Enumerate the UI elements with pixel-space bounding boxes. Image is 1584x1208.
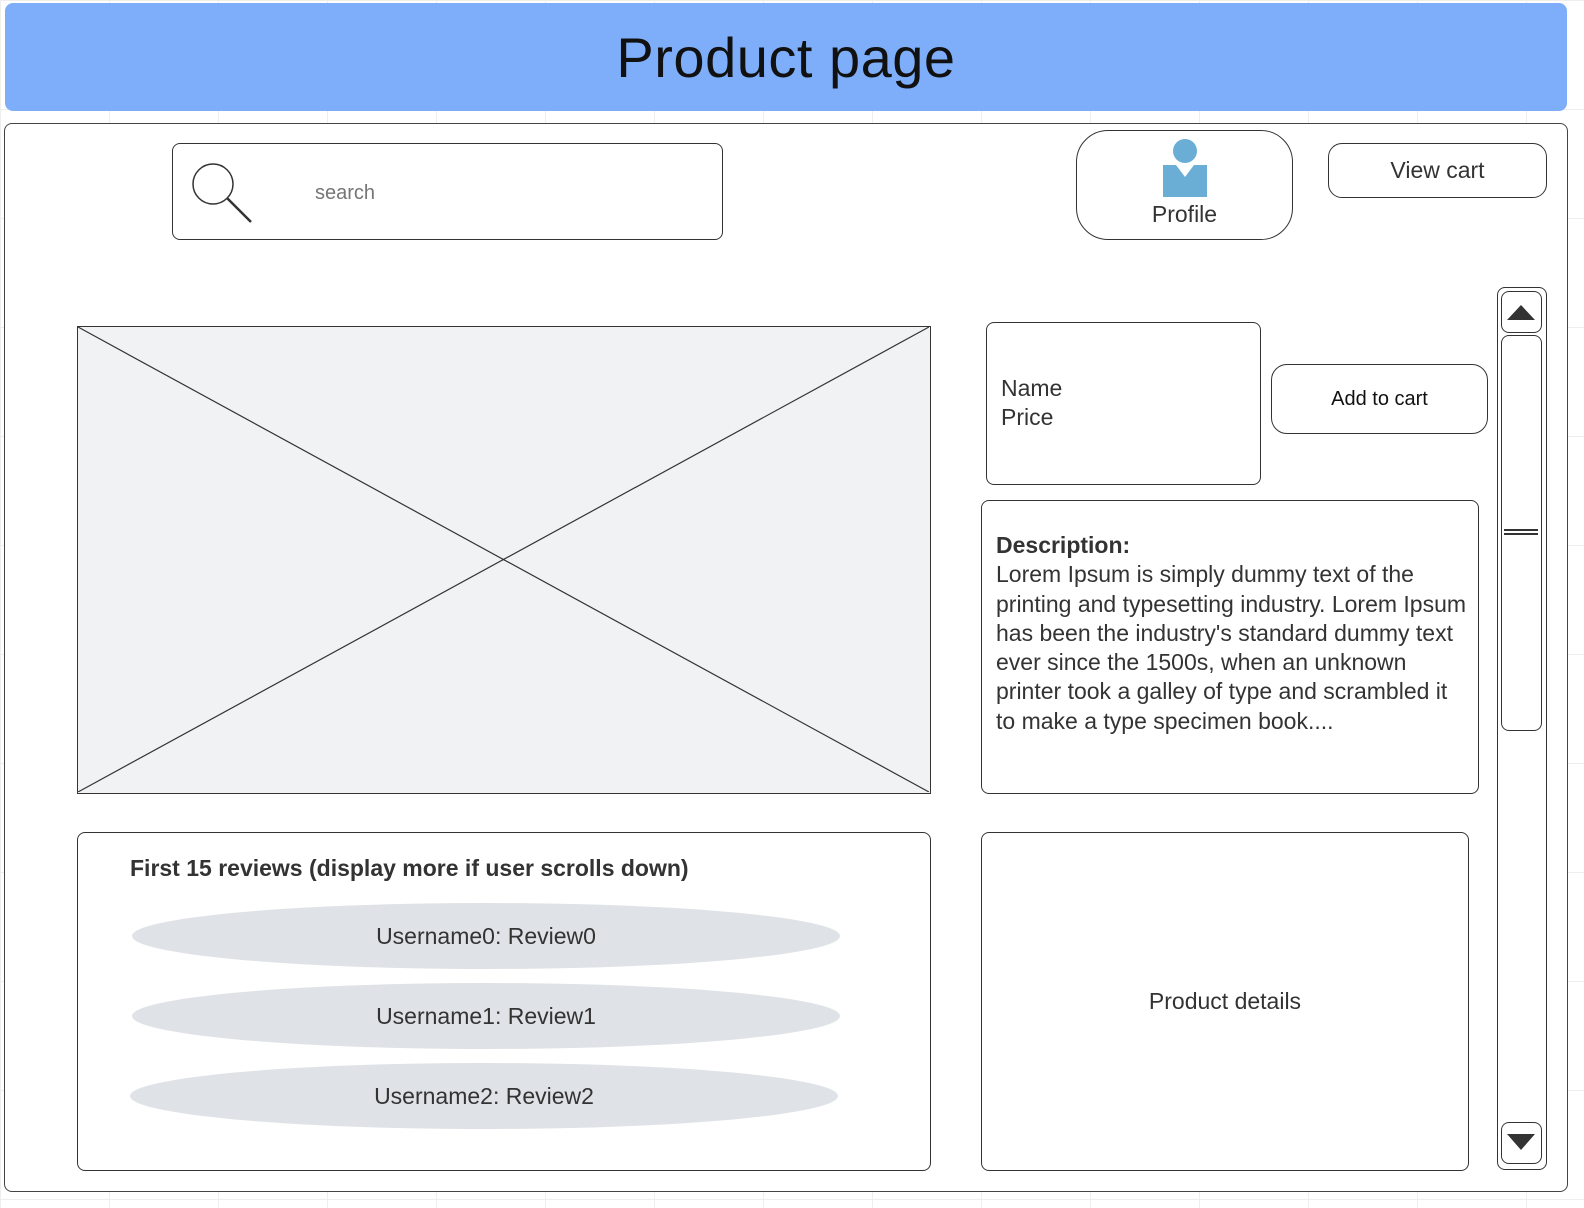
scroll-up-button[interactable] (1501, 291, 1542, 333)
description-text: Lorem Ipsum is simply dummy text of the … (996, 561, 1467, 734)
review-item[interactable]: Username1: Review1 (132, 983, 840, 1049)
user-icon (1162, 138, 1208, 198)
review-item[interactable]: Username0: Review0 (132, 903, 840, 969)
description-heading: Description: (996, 532, 1131, 558)
product-details-label: Product details (1148, 988, 1302, 1014)
view-cart-button[interactable]: View cart (1328, 143, 1547, 198)
page-title: Product page (616, 25, 956, 89)
grip-line (1504, 533, 1538, 535)
product-details-panel: Product details (981, 832, 1469, 1171)
product-image-placeholder (77, 326, 931, 794)
reviews-heading: First 15 reviews (display more if user s… (130, 855, 689, 881)
grip-line (1504, 529, 1538, 531)
search-icon (189, 160, 255, 226)
scroll-down-button[interactable] (1501, 1122, 1542, 1164)
product-name: Name (1001, 375, 1063, 401)
profile-button[interactable]: Profile (1076, 130, 1293, 240)
review-item[interactable]: Username2: Review2 (130, 1063, 838, 1129)
scroll-thumb[interactable] (1501, 335, 1542, 731)
add-to-cart-button[interactable]: Add to cart (1271, 364, 1488, 434)
search-input[interactable] (315, 180, 695, 206)
description-box: Description: Lorem Ipsum is simply dummy… (981, 500, 1479, 794)
search-box[interactable] (172, 143, 723, 240)
reviews-panel: First 15 reviews (display more if user s… (77, 832, 931, 1171)
name-price-box: Name Price (986, 322, 1261, 485)
product-price: Price (1001, 404, 1054, 430)
scrollbar[interactable] (1497, 287, 1547, 1170)
page-header: Product page (5, 3, 1567, 111)
profile-label: Profile (1151, 201, 1218, 227)
